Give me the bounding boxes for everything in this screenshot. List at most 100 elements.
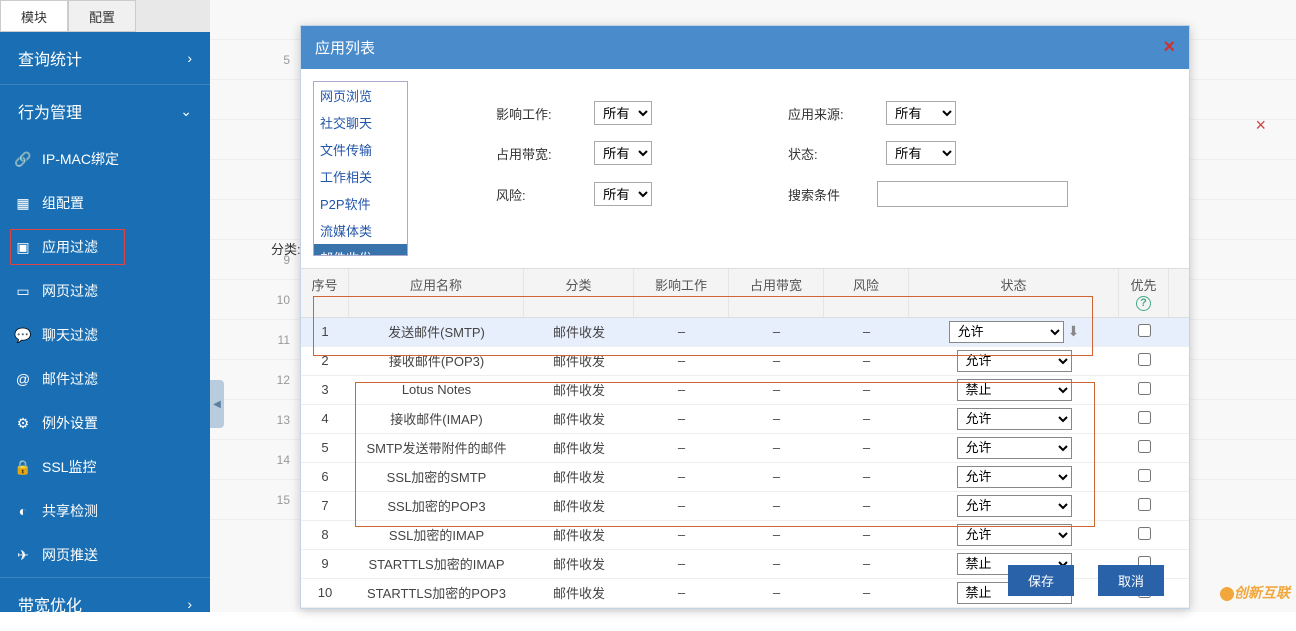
th-prio: 优先 ? (1119, 269, 1169, 317)
sidebar-item-ip-mac[interactable]: 🔗IP-MAC绑定 (0, 137, 210, 181)
cell-prio (1119, 494, 1169, 518)
cell-band: – (729, 552, 824, 575)
nav-query-stats[interactable]: 查询统计 › (0, 32, 210, 85)
state-select[interactable]: 所有 (886, 141, 956, 165)
category-option[interactable]: 流媒体类 (314, 217, 407, 244)
cell-impact: – (634, 436, 729, 459)
priority-checkbox[interactable] (1138, 527, 1151, 540)
status-select[interactable]: 允许 (957, 350, 1072, 372)
nav-header-behavior[interactable]: 行为管理 ⌄ (0, 85, 210, 137)
cell-cat: 邮件收发 (524, 347, 634, 374)
cell-name: STARTTLS加密的POP3 (349, 579, 524, 606)
band-select[interactable]: 所有 (594, 141, 652, 165)
priority-checkbox[interactable] (1138, 382, 1151, 395)
help-icon[interactable]: ? (1136, 296, 1151, 311)
category-option[interactable]: 邮件收发 (314, 244, 407, 256)
status-select[interactable]: 禁止 (957, 379, 1072, 401)
th-seq: 序号 (301, 269, 349, 317)
cell-risk: – (824, 436, 909, 459)
band-label: 占用带宽: (496, 144, 576, 163)
impact-select[interactable]: 所有 (594, 101, 652, 125)
search-input[interactable] (877, 181, 1068, 207)
cell-band: – (729, 378, 824, 401)
save-button[interactable]: 保存 (1008, 565, 1074, 596)
category-listbox[interactable]: 网页浏览社交聊天文件传输工作相关P2P软件流媒体类邮件收发游戏股票 (313, 81, 408, 256)
nav-label-query-stats: 查询统计 (18, 46, 82, 70)
table-row[interactable]: 3Lotus Notes邮件收发–––禁止 (301, 376, 1189, 405)
cell-risk: – (824, 407, 909, 430)
priority-checkbox[interactable] (1138, 469, 1151, 482)
sidebar-item-share-detect[interactable]: ◐共享检测 (0, 489, 210, 533)
table-row[interactable]: 2接收邮件(POP3)邮件收发–––允许 (301, 347, 1189, 376)
priority-checkbox[interactable] (1138, 324, 1151, 337)
category-option[interactable]: 工作相关 (314, 163, 407, 190)
cell-impact: – (634, 494, 729, 517)
cell-seq: 1 (301, 320, 349, 343)
sidebar-item-app-filter[interactable]: ▣应用过滤 (0, 225, 210, 269)
priority-checkbox[interactable] (1138, 411, 1151, 424)
th-band: 占用带宽 (729, 269, 824, 317)
cell-cat: 邮件收发 (524, 405, 634, 432)
cell-band: – (729, 349, 824, 372)
group-icon: ▦ (14, 195, 32, 212)
mail-icon: @ (14, 371, 32, 387)
cell-band: – (729, 320, 824, 343)
status-select[interactable]: 允许 (957, 437, 1072, 459)
cell-band: – (729, 581, 824, 604)
dialog-close-icon[interactable]: × (1163, 36, 1175, 59)
cell-status: 允许 (909, 462, 1119, 492)
cell-cat: 邮件收发 (524, 434, 634, 461)
category-option[interactable]: 网页浏览 (314, 82, 407, 109)
th-name: 应用名称 (349, 269, 524, 317)
risk-select[interactable]: 所有 (594, 182, 652, 206)
priority-checkbox[interactable] (1138, 498, 1151, 511)
sidebar-item-mail-filter[interactable]: @邮件过滤 (0, 357, 210, 401)
nav-bandwidth[interactable]: 带宽优化 › (0, 578, 210, 631)
sidebar-item-exception[interactable]: ⚙例外设置 (0, 401, 210, 445)
sidebar-item-group-config[interactable]: ▦组配置 (0, 181, 210, 225)
cell-name: STARTTLS加密的IMAP (349, 550, 524, 577)
sidebar-item-web-filter[interactable]: ▭网页过滤 (0, 269, 210, 313)
category-option[interactable]: 社交聊天 (314, 109, 407, 136)
chevron-down-icon: ⌄ (180, 103, 192, 120)
sidebar-collapse-handle[interactable]: ◀ (210, 380, 224, 428)
link-icon: 🔗 (14, 151, 32, 168)
status-select[interactable]: 允许 (957, 408, 1072, 430)
cell-seq: 2 (301, 349, 349, 372)
source-select[interactable]: 所有 (886, 101, 956, 125)
priority-checkbox[interactable] (1138, 353, 1151, 366)
app-table: 序号 应用名称 分类 影响工作 占用带宽 风险 状态 优先 ? 1发送邮件(SM… (301, 268, 1189, 608)
tab-module[interactable]: 模块 (0, 0, 68, 32)
status-select[interactable]: 允许 (957, 495, 1072, 517)
cell-cat: 邮件收发 (524, 376, 634, 403)
dialog-title: 应用列表 (315, 37, 375, 58)
sidebar-item-chat-filter[interactable]: 💬聊天过滤 (0, 313, 210, 357)
status-select[interactable]: 允许 (949, 321, 1064, 343)
category-option[interactable]: 文件传输 (314, 136, 407, 163)
table-row[interactable]: 8SSL加密的IMAP邮件收发–––允许 (301, 521, 1189, 550)
close-icon[interactable]: × (1255, 115, 1266, 136)
status-select[interactable]: 允许 (957, 524, 1072, 546)
tab-config[interactable]: 配置 (68, 0, 136, 32)
sidebar-item-ssl-monitor[interactable]: 🔒SSL监控 (0, 445, 210, 489)
th-risk: 风险 (824, 269, 909, 317)
table-row[interactable]: 4接收邮件(IMAP)邮件收发–––允许 (301, 405, 1189, 434)
cell-risk: – (824, 552, 909, 575)
status-select[interactable]: 允许 (957, 466, 1072, 488)
sidebar: 模块 配置 查询统计 › 行为管理 ⌄ 🔗IP-MAC绑定 ▦组配置 ▣应用过滤… (0, 0, 210, 612)
cancel-button[interactable]: 取消 (1098, 565, 1164, 596)
cell-band: – (729, 494, 824, 517)
table-row[interactable]: 7SSL加密的POP3邮件收发–––允许 (301, 492, 1189, 521)
nav-label-bandwidth: 带宽优化 (18, 592, 82, 616)
table-row[interactable]: 5SMTP发送带附件的邮件邮件收发–––允许 (301, 434, 1189, 463)
brand-logo: 创新互联 (1215, 582, 1290, 606)
priority-checkbox[interactable] (1138, 440, 1151, 453)
category-heading: 分类: (271, 239, 301, 258)
lock-icon: 🔒 (14, 459, 32, 476)
download-icon[interactable]: ⬇ (1068, 323, 1080, 339)
category-option[interactable]: P2P软件 (314, 190, 407, 217)
table-row[interactable]: 1发送邮件(SMTP)邮件收发–––允许⬇ (301, 318, 1189, 347)
table-row[interactable]: 6SSL加密的SMTP邮件收发–––允许 (301, 463, 1189, 492)
sidebar-item-web-push[interactable]: ✈网页推送 (0, 533, 210, 577)
cell-risk: – (824, 494, 909, 517)
